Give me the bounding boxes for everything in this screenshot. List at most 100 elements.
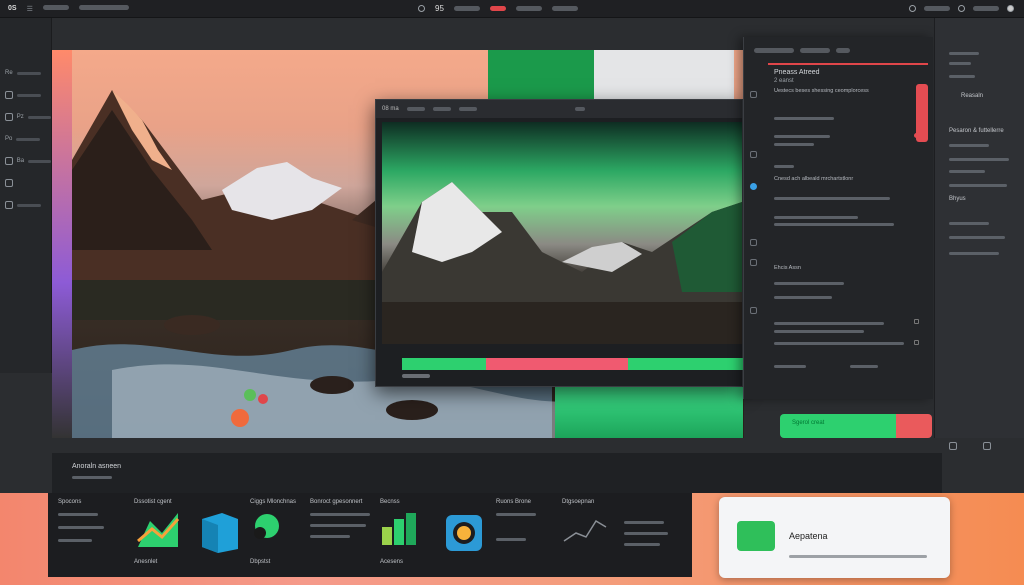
panel-row <box>774 133 830 139</box>
app-card[interactable]: Aepatena <box>719 497 950 578</box>
sidebar-item-1[interactable]: Re <box>0 62 51 84</box>
sidebar-item-5[interactable]: Ba <box>0 150 51 172</box>
right-row[interactable] <box>949 184 1007 187</box>
camera-icon <box>446 515 482 551</box>
panel-pill[interactable] <box>800 47 830 53</box>
panel-row <box>774 320 884 326</box>
asset-tile[interactable]: Bonroct gpesonnert <box>310 499 390 569</box>
panel-header <box>744 37 933 63</box>
sidebar-item-7[interactable] <box>0 194 51 216</box>
sidebar-item-4[interactable]: Po <box>0 128 51 150</box>
right-row[interactable] <box>949 252 999 255</box>
preview-title: 08 ma <box>382 106 399 112</box>
panel-row <box>774 163 794 169</box>
right-row[interactable] <box>949 144 989 147</box>
panel-row <box>774 221 894 227</box>
tile-caption: Dbpstst <box>250 559 271 565</box>
sidebar-item-6[interactable] <box>0 172 51 194</box>
record-icon[interactable] <box>418 5 425 12</box>
app-logo[interactable]: 0S <box>8 5 17 12</box>
sidebar-item-label: Re <box>5 70 13 76</box>
sidebar-item-2[interactable] <box>0 84 51 106</box>
panel-side-icon[interactable] <box>750 91 757 98</box>
panel-status-dot[interactable] <box>914 133 919 138</box>
crop-icon <box>5 157 13 165</box>
timeline-pink[interactable] <box>486 358 628 370</box>
preview-pill[interactable] <box>432 107 451 111</box>
brush-icon <box>5 179 13 187</box>
panel-side-icon[interactable] <box>750 239 757 246</box>
panel-row-text: Ehcis Assn <box>774 265 801 271</box>
preview-pill[interactable] <box>574 107 585 111</box>
green-panel <box>555 385 743 438</box>
bottom-subline <box>72 476 112 479</box>
panel-checkbox[interactable] <box>914 340 919 345</box>
timeline-green[interactable] <box>402 358 486 370</box>
menu-icon[interactable]: ☰ <box>27 5 33 13</box>
asset-tile[interactable] <box>624 499 704 569</box>
tab-pill[interactable] <box>42 5 69 12</box>
search-icon[interactable] <box>958 5 965 12</box>
preview-pill[interactable] <box>406 107 425 111</box>
toolbar-pill-4[interactable] <box>924 6 950 11</box>
center-label: 95 <box>435 4 444 13</box>
panel-pill[interactable] <box>754 47 794 53</box>
panel-subtitle: 2 eanst <box>774 78 794 84</box>
cube-icon <box>202 513 238 553</box>
expand-icon[interactable] <box>983 442 991 450</box>
user-icon[interactable] <box>1007 5 1014 12</box>
tab-pill-2[interactable] <box>78 5 129 12</box>
toolbar-pill-5[interactable] <box>973 6 999 11</box>
leaf-icon <box>254 514 279 539</box>
sidebar-line <box>16 137 41 141</box>
create-button-accent <box>896 414 932 438</box>
panel-pill[interactable] <box>836 47 850 53</box>
adjust-icon <box>5 113 13 121</box>
panel-checkbox[interactable] <box>914 319 919 324</box>
panel-row <box>774 214 858 220</box>
asset-tile[interactable]: Spocons <box>58 499 138 569</box>
right-row[interactable] <box>949 75 975 78</box>
right-row[interactable] <box>949 158 1009 161</box>
timeline-green-2[interactable] <box>628 358 744 370</box>
panel-side-icon[interactable] <box>750 307 757 314</box>
toolbar-pill-red[interactable] <box>489 6 506 11</box>
right-item[interactable]: Bhyus <box>949 196 966 202</box>
line-graph-icon <box>563 519 607 542</box>
panel-side-icon[interactable] <box>750 151 757 158</box>
preview-image <box>382 122 742 344</box>
timeline-bars[interactable] <box>402 358 744 370</box>
settings-icon[interactable] <box>909 5 916 12</box>
toolbar-pill-1[interactable] <box>453 6 480 11</box>
right-row[interactable] <box>949 62 971 65</box>
toolbar-pill-2[interactable] <box>515 6 542 11</box>
panel-row <box>774 363 878 369</box>
sidebar-item-label: Ba <box>16 158 25 164</box>
sidebar-line <box>27 115 51 119</box>
bottom-section-title: Anoraln asneen <box>72 463 122 470</box>
right-row[interactable] <box>949 52 979 55</box>
sidebar-item-label: Po <box>5 136 13 142</box>
panel-accent-line <box>768 63 928 65</box>
right-row[interactable] <box>949 222 989 225</box>
right-row[interactable] <box>949 170 985 173</box>
green-swatch <box>488 50 594 100</box>
right-row[interactable] <box>949 236 1005 239</box>
bar-chart-icon <box>382 513 416 545</box>
preview-pill[interactable] <box>458 107 477 111</box>
sidebar-item-3[interactable]: Pz <box>0 106 51 128</box>
toolbar-pill-3[interactable] <box>551 6 578 11</box>
grid-icon[interactable] <box>949 442 957 450</box>
panel-side-icon-active[interactable] <box>750 183 757 190</box>
tile-title: Bonroct gpesonnert <box>310 499 363 505</box>
create-button[interactable]: Sgerol creat <box>780 414 932 438</box>
panel-row <box>774 328 864 334</box>
chart-icon <box>137 513 180 547</box>
sidebar-line <box>17 93 41 97</box>
create-button-label: Sgerol creat <box>780 414 896 438</box>
preview-window[interactable]: 08 ma <box>375 99 744 387</box>
white-swatch <box>594 50 734 100</box>
panel-row <box>774 141 814 147</box>
right-footer-icons[interactable] <box>949 442 991 450</box>
panel-side-icon[interactable] <box>750 259 757 266</box>
